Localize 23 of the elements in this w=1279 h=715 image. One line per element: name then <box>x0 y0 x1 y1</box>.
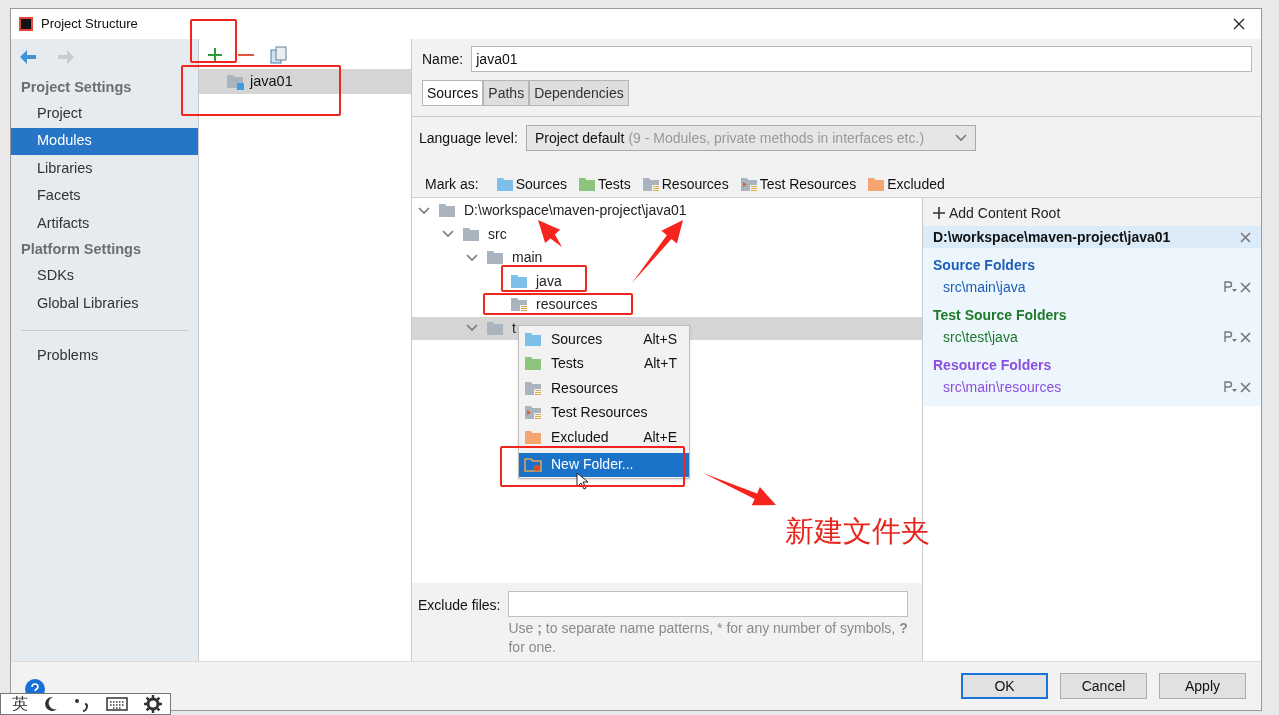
mark-as-label: Mark as: <box>425 175 479 194</box>
language-level-label: Language level: <box>419 128 518 148</box>
tree-label: resources <box>536 295 598 315</box>
folder-path: src\main\java <box>943 277 1027 297</box>
folder-group-title: Resource Folders <box>932 356 1053 375</box>
folder-path: src\main\resources <box>943 377 1063 397</box>
folder-group-title: Source Folders <box>932 256 1036 275</box>
tree-label: t <box>512 318 516 338</box>
callout-text: 新建文件夹 <box>785 513 930 550</box>
exclude-files-label: Exclude files: <box>418 596 501 615</box>
module-name: java01 <box>250 71 293 91</box>
folder-path: src\test\java <box>943 327 1019 347</box>
window-title: Project Structure <box>41 15 138 34</box>
tree-label: D:\workspace\maven-project\java01 <box>464 201 687 221</box>
tree-label: java <box>536 271 562 291</box>
section-heading: Platform Settings <box>20 240 143 260</box>
section-heading: Project Settings <box>20 77 133 97</box>
exclude-files-hint: Use ; to separate name patterns, * for any number of symbols, ? for one. <box>508 619 909 657</box>
tree-label: main <box>512 248 543 268</box>
name-label: Name: <box>422 49 464 69</box>
folder-group-title: Test Source Folders <box>932 306 1068 325</box>
content-root-path: D:\workspace\maven-project\java01 <box>933 227 1172 247</box>
tree-label: src <box>488 224 507 244</box>
